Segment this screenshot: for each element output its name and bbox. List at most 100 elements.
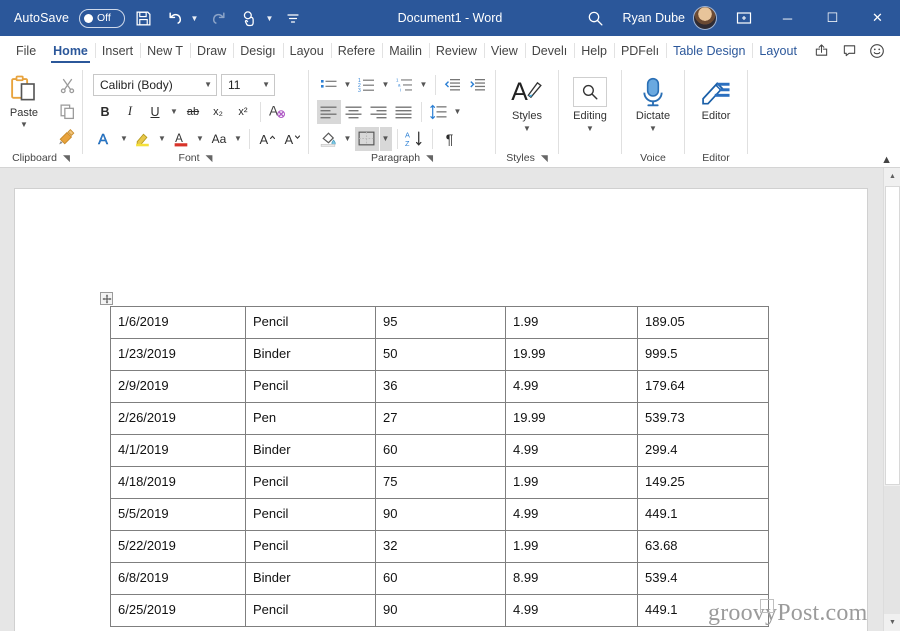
table-row[interactable]: 1/6/2019 Pencil 95 1.99 189.05 xyxy=(110,306,769,339)
cell-total[interactable]: 539.73 xyxy=(637,402,769,435)
highlight-chevron-down-icon[interactable]: ▼ xyxy=(156,127,168,151)
cell-date[interactable]: 1/6/2019 xyxy=(110,306,246,339)
close-button[interactable]: ✕ xyxy=(855,0,900,36)
paste-button[interactable]: Paste ▼ xyxy=(0,70,50,129)
font-color-chevron-down-icon[interactable]: ▼ xyxy=(194,127,206,151)
cell-price[interactable]: 8.99 xyxy=(505,562,638,595)
copy-icon[interactable] xyxy=(54,99,80,123)
account-chip[interactable]: Ryan Dube xyxy=(612,6,723,30)
tab-draw[interactable]: Draw xyxy=(190,36,233,65)
maximize-button[interactable]: ☐ xyxy=(810,0,855,36)
cell-price[interactable]: 19.99 xyxy=(505,338,638,371)
tab-help[interactable]: Help xyxy=(574,36,614,65)
font-name-chevron-down-icon[interactable]: ▼ xyxy=(204,80,212,89)
bullets-icon[interactable] xyxy=(317,73,341,97)
cell-price[interactable]: 4.99 xyxy=(505,434,638,467)
tab-pdfelement[interactable]: PDFelı xyxy=(613,36,666,65)
cell-price[interactable]: 1.99 xyxy=(505,306,638,339)
cell-date[interactable]: 5/5/2019 xyxy=(110,498,246,531)
strikethrough-button[interactable]: ab xyxy=(181,100,205,124)
numbering-icon[interactable]: 123 xyxy=(355,73,379,97)
cell-date[interactable]: 4/18/2019 xyxy=(110,466,246,499)
text-effects-chevron-down-icon[interactable]: ▼ xyxy=(118,127,130,151)
dictate-chevron-down-icon[interactable]: ▼ xyxy=(649,124,657,133)
cell-qty[interactable]: 50 xyxy=(375,338,506,371)
cell-qty[interactable]: 95 xyxy=(375,306,506,339)
search-icon[interactable] xyxy=(578,0,612,36)
cut-scissors-icon[interactable] xyxy=(54,73,80,97)
cell-item[interactable]: Pen xyxy=(245,402,376,435)
table-row[interactable]: 6/8/2019 Binder 60 8.99 539.4 xyxy=(110,562,769,595)
bold-button[interactable]: B xyxy=(93,100,117,124)
cell-date[interactable]: 2/9/2019 xyxy=(110,370,246,403)
cell-qty[interactable]: 90 xyxy=(375,498,506,531)
italic-button[interactable]: I xyxy=(118,100,142,124)
change-case-chevron-down-icon[interactable]: ▼ xyxy=(232,127,244,151)
styles-chevron-down-icon[interactable]: ▼ xyxy=(523,124,531,133)
tab-insert[interactable]: Insert xyxy=(94,36,140,65)
cell-price[interactable]: 1.99 xyxy=(505,530,638,563)
cell-total[interactable]: 539.4 xyxy=(637,562,769,595)
font-name-combo[interactable]: Calibri (Body) ▼ xyxy=(93,73,217,96)
tab-file[interactable]: File xyxy=(0,36,46,65)
multilevel-chevron-down-icon[interactable]: ▼ xyxy=(418,73,430,97)
undo-dropdown-icon[interactable]: ▼ xyxy=(189,14,200,23)
cell-price[interactable]: 4.99 xyxy=(505,594,638,627)
styles-button[interactable]: A Styles ▼ xyxy=(499,70,555,148)
redo-icon[interactable] xyxy=(204,4,232,32)
font-size-chevron-down-icon[interactable]: ▼ xyxy=(262,80,270,89)
cell-price[interactable]: 4.99 xyxy=(505,370,638,403)
cell-item[interactable]: Binder xyxy=(245,562,376,595)
cell-qty[interactable]: 32 xyxy=(375,530,506,563)
superscript-button[interactable]: x² xyxy=(231,100,255,124)
clipboard-dialog-launcher-icon[interactable]: ◥ xyxy=(63,153,70,163)
tab-mailings[interactable]: Mailin xyxy=(382,36,429,65)
share-icon[interactable] xyxy=(808,40,834,62)
line-spacing-chevron-down-icon[interactable]: ▼ xyxy=(452,100,464,124)
font-color-icon[interactable]: A xyxy=(169,127,193,151)
cell-total[interactable]: 149.25 xyxy=(637,466,769,499)
cell-item[interactable]: Pencil xyxy=(245,306,376,339)
cell-price[interactable]: 1.99 xyxy=(505,466,638,499)
cell-qty[interactable]: 27 xyxy=(375,402,506,435)
cell-date[interactable]: 6/25/2019 xyxy=(110,594,246,627)
paragraph-dialog-launcher-icon[interactable]: ◥ xyxy=(426,153,433,163)
cell-item[interactable]: Binder xyxy=(245,434,376,467)
cell-qty[interactable]: 60 xyxy=(375,434,506,467)
data-table[interactable]: 1/6/2019 Pencil 95 1.99 189.05 1/23/2019… xyxy=(110,306,769,627)
shrink-font-icon[interactable]: A xyxy=(280,127,304,151)
comments-icon[interactable] xyxy=(836,40,862,62)
cell-total[interactable]: 999.5 xyxy=(637,338,769,371)
cell-price[interactable]: 19.99 xyxy=(505,402,638,435)
tab-layout[interactable]: Layou xyxy=(282,36,331,65)
cell-date[interactable]: 5/22/2019 xyxy=(110,530,246,563)
scrollbar-track[interactable] xyxy=(884,486,900,614)
cell-date[interactable]: 4/1/2019 xyxy=(110,434,246,467)
vertical-scrollbar[interactable]: ▲ ▼ xyxy=(883,168,900,631)
table-row[interactable]: 4/1/2019 Binder 60 4.99 299.4 xyxy=(110,434,769,467)
cell-date[interactable]: 1/23/2019 xyxy=(110,338,246,371)
tab-references[interactable]: Refere xyxy=(330,36,383,65)
editor-button[interactable]: Editor xyxy=(688,70,744,148)
paste-dropdown-icon[interactable]: ▼ xyxy=(20,120,28,129)
shading-icon[interactable] xyxy=(317,127,341,151)
tab-table-design[interactable]: Table Design xyxy=(666,36,752,65)
clear-formatting-icon[interactable]: A xyxy=(266,100,290,124)
scroll-down-arrow-icon[interactable]: ▼ xyxy=(884,614,900,631)
cell-item[interactable]: Pencil xyxy=(245,498,376,531)
cell-total[interactable]: 179.64 xyxy=(637,370,769,403)
editing-chevron-down-icon[interactable]: ▼ xyxy=(586,124,594,133)
subscript-button[interactable]: x₂ xyxy=(206,100,230,124)
collapse-ribbon-chevron-icon[interactable]: ▲ xyxy=(881,154,892,166)
undo-icon[interactable] xyxy=(161,4,189,32)
cell-qty[interactable]: 90 xyxy=(375,594,506,627)
cell-total[interactable]: 63.68 xyxy=(637,530,769,563)
more-commands-icon[interactable] xyxy=(279,4,307,32)
cell-total[interactable]: 189.05 xyxy=(637,306,769,339)
document-page[interactable]: 1/6/2019 Pencil 95 1.99 189.05 1/23/2019… xyxy=(15,189,867,631)
table-row[interactable]: 1/23/2019 Binder 50 19.99 999.5 xyxy=(110,338,769,371)
scrollbar-thumb[interactable] xyxy=(885,186,900,485)
table-row[interactable]: 2/26/2019 Pen 27 19.99 539.73 xyxy=(110,402,769,435)
avatar[interactable] xyxy=(693,6,717,30)
tab-new-tab[interactable]: New T xyxy=(140,36,190,65)
